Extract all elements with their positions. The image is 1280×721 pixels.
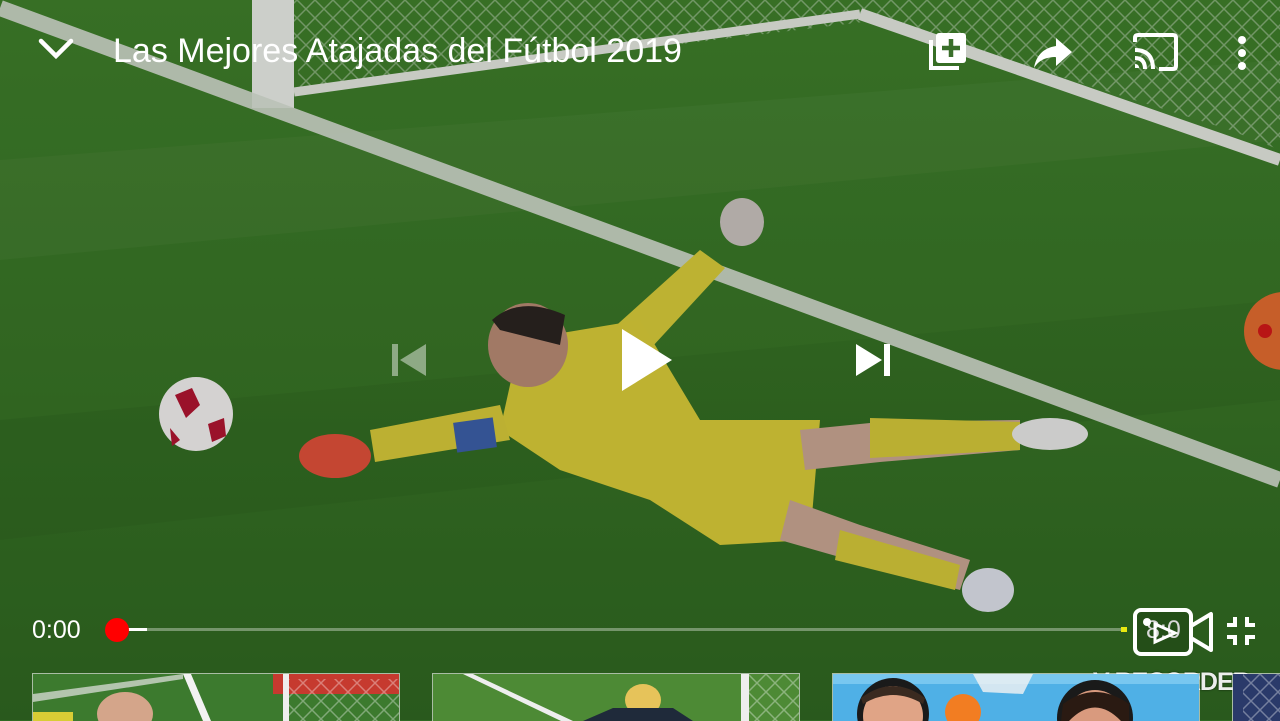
- playlist-add-icon[interactable]: [925, 28, 971, 74]
- seek-thumb[interactable]: [105, 618, 129, 642]
- more-vertical-icon[interactable]: [1222, 32, 1262, 74]
- skip-previous-icon[interactable]: [384, 336, 432, 384]
- recommendation-thumbnail[interactable]: [1232, 673, 1280, 721]
- current-time: 0:00: [32, 616, 81, 644]
- recommendation-thumbnail[interactable]: [432, 673, 800, 721]
- recommendation-thumbnail[interactable]: [32, 673, 400, 721]
- play-icon[interactable]: [608, 320, 684, 400]
- skip-next-icon[interactable]: [848, 336, 896, 384]
- seek-end-marker: [1121, 627, 1127, 632]
- cast-icon[interactable]: [1130, 30, 1180, 74]
- seek-track[interactable]: [117, 628, 1127, 631]
- chevron-down-icon[interactable]: [32, 28, 80, 70]
- recommendation-thumbnail[interactable]: [832, 673, 1200, 721]
- video-title: Las Mejores Atajadas del Fútbol 2019: [113, 32, 682, 70]
- fullscreen-exit-icon[interactable]: [1222, 612, 1260, 650]
- share-arrow-icon[interactable]: [1030, 32, 1076, 74]
- video-camera-icon: [1133, 608, 1215, 656]
